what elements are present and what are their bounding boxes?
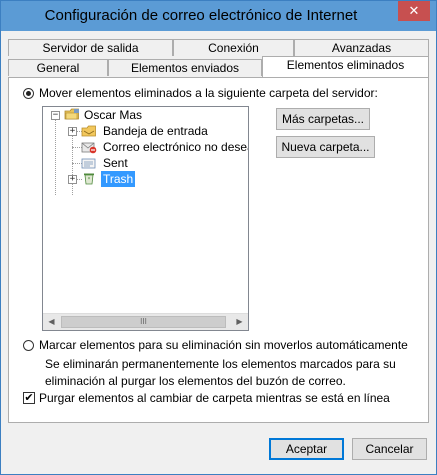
cancel-button[interactable]: Cancelar	[352, 438, 427, 460]
move-items-radio[interactable]	[23, 88, 34, 99]
scroll-right-icon[interactable]: ▶	[231, 314, 248, 330]
folder-tree[interactable]: − Oscar Mas + Bandeja de entrada Correo …	[42, 106, 249, 331]
sent-folder-icon	[81, 158, 96, 169]
tree-item-label: Sent	[103, 156, 128, 170]
tree-item-label: Oscar Mas	[84, 108, 143, 122]
tab-deleted-items[interactable]: Elementos eliminados	[262, 56, 429, 77]
move-items-label[interactable]: Mover elementos eliminados a la siguient…	[39, 86, 378, 100]
tree-guide-line	[55, 119, 56, 195]
scroll-left-icon[interactable]: ◀	[43, 314, 60, 330]
tree-horizontal-scrollbar[interactable]: ◀ III ▶	[43, 313, 248, 330]
window-title: Configuración de correo electrónico de I…	[44, 7, 358, 24]
ok-button[interactable]: Aceptar	[269, 438, 344, 460]
tab-panel-deleted-items: Mover elementos eliminados a la siguient…	[8, 77, 429, 423]
title-bar[interactable]: Configuración de correo electrónico de I…	[1, 1, 436, 31]
tree-item-label: Bandeja de entrada	[103, 124, 208, 138]
scroll-thumb[interactable]: III	[61, 316, 226, 328]
expand-toggle[interactable]: +	[68, 175, 77, 184]
more-folders-button[interactable]: Más carpetas...	[276, 108, 370, 130]
tree-item-label: Correo electrónico no deseado	[103, 140, 248, 154]
new-folder-button[interactable]: Nueva carpeta...	[276, 136, 375, 158]
tab-connection[interactable]: Conexión	[173, 39, 294, 56]
collapse-toggle[interactable]: −	[51, 111, 60, 120]
tab-general[interactable]: General	[8, 59, 108, 76]
expand-toggle[interactable]: +	[68, 127, 77, 136]
dialog-window: Configuración de correo electrónico de I…	[0, 0, 437, 475]
purge-items-label[interactable]: Purgar elementos al cambiar de carpeta m…	[39, 391, 390, 405]
mark-items-radio[interactable]	[23, 340, 34, 351]
inbox-folder-icon	[81, 125, 96, 137]
tree-item-label: Trash	[101, 171, 136, 187]
account-folder-icon	[64, 108, 79, 120]
tree-guide-line	[72, 127, 73, 195]
mark-items-note: Se eliminarán permanentemente los elemen…	[45, 357, 396, 388]
close-button[interactable]: ✕	[398, 1, 430, 21]
mark-items-label[interactable]: Marcar elementos para su eliminación sin…	[39, 338, 408, 352]
tab-sent-items[interactable]: Elementos enviados	[108, 59, 262, 76]
purge-items-checkbox[interactable]: ✔	[23, 392, 35, 404]
junk-folder-icon	[81, 142, 97, 154]
tab-outgoing-server[interactable]: Servidor de salida	[8, 39, 173, 56]
trash-folder-icon	[84, 173, 94, 185]
tab-advanced[interactable]: Avanzadas	[294, 39, 429, 56]
